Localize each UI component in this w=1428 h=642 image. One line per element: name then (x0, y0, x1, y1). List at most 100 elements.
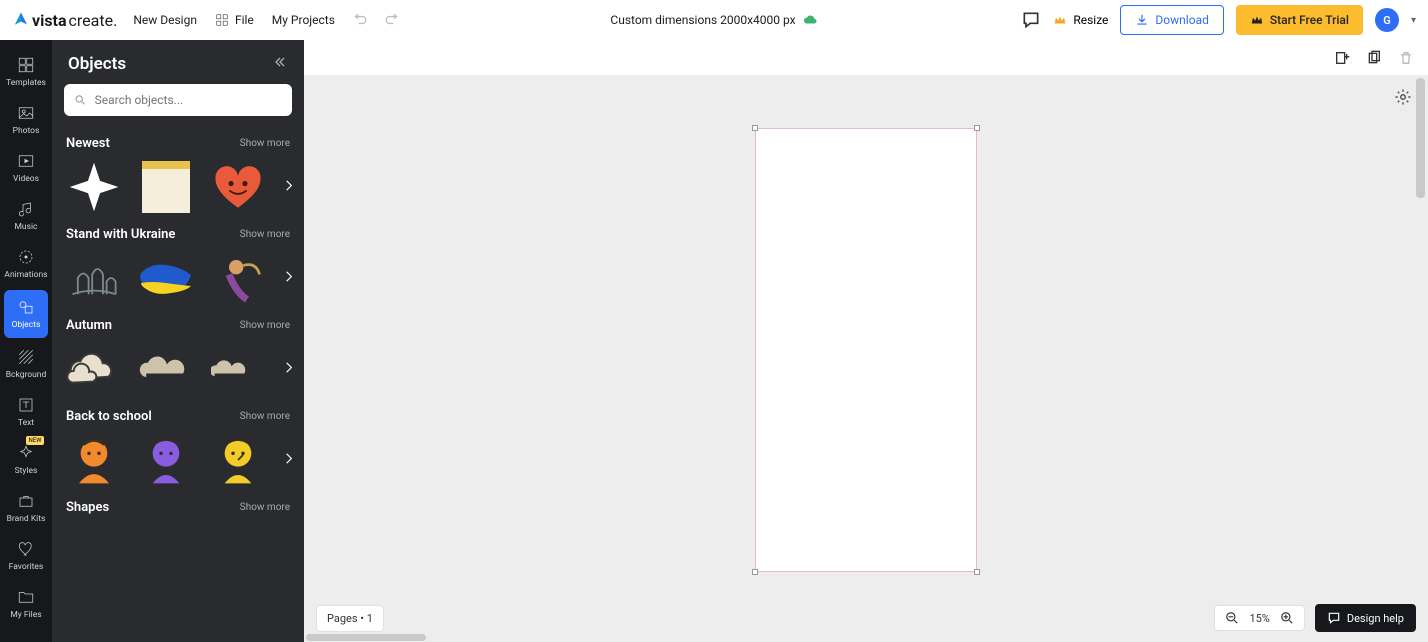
category-shapes-head: Shapes Show more (64, 490, 292, 521)
category-autumn-showmore[interactable]: Show more (240, 320, 290, 331)
panel-scroll[interactable]: Newest Show more Stand with Ukraine Show… (52, 126, 304, 642)
rail-text[interactable]: Text (0, 388, 52, 436)
rail-music[interactable]: Music (0, 192, 52, 240)
templates-icon (17, 56, 35, 74)
category-school-title: Back to school (66, 409, 152, 424)
canvas-bottom-bar: Pages • 1 15% Design help (304, 602, 1428, 642)
category-autumn-row (64, 339, 292, 399)
object-monument[interactable] (64, 248, 124, 308)
selection-handle-bl[interactable] (752, 569, 758, 575)
kid-purple-icon (141, 432, 191, 488)
download-button[interactable]: Download (1120, 5, 1223, 35)
heart-face-icon (212, 161, 264, 213)
canvas-page[interactable] (755, 128, 977, 572)
rail-favorites[interactable]: Favorites (0, 532, 52, 580)
undo-button[interactable] (353, 13, 367, 27)
brand-text-prefix: vista (32, 11, 67, 30)
object-kid-orange[interactable] (64, 430, 124, 490)
design-help-button[interactable]: Design help (1315, 604, 1416, 632)
object-cossack[interactable] (208, 248, 268, 308)
canvas-main[interactable]: Pages • 1 15% Design help (304, 76, 1428, 642)
zoom-value[interactable]: 15% (1249, 612, 1269, 625)
cloud-low-icon (211, 357, 265, 381)
category-school-row (64, 430, 292, 490)
undo-icon (353, 13, 367, 27)
rail-brand-kits[interactable]: Brand Kits (0, 484, 52, 532)
redo-button[interactable] (385, 13, 399, 27)
scrollbar-handle[interactable] (1416, 78, 1425, 198)
rail-styles[interactable]: NEW Styles (0, 436, 52, 484)
user-avatar[interactable]: G (1375, 8, 1399, 32)
category-autumn-head: Autumn Show more (64, 308, 292, 339)
autumn-next-button[interactable] (282, 360, 296, 379)
menu-new-design[interactable]: New Design (133, 13, 197, 27)
object-heart-face[interactable] (208, 157, 268, 217)
selection-handle-br[interactable] (974, 569, 980, 575)
rail-objects[interactable]: Objects (4, 290, 48, 338)
ukraine-map-icon (136, 258, 196, 298)
zoom-out-button[interactable] (1225, 611, 1239, 625)
horizontal-scrollbar[interactable] (304, 634, 1428, 642)
ukraine-next-button[interactable] (282, 269, 296, 288)
chevron-right-icon (282, 270, 296, 284)
school-next-button[interactable] (282, 451, 296, 470)
selection-handle-tr[interactable] (974, 125, 980, 131)
object-sticky-note[interactable] (136, 157, 196, 217)
background-icon (17, 348, 35, 366)
object-ukraine-map[interactable] (136, 248, 196, 308)
rail-text-label: Text (18, 418, 34, 428)
header-center: Custom dimensions 2000x4000 px (610, 13, 817, 27)
start-trial-button[interactable]: Start Free Trial (1236, 5, 1363, 35)
download-icon (1135, 13, 1149, 27)
search-input[interactable] (95, 93, 282, 107)
chat-icon (1021, 10, 1041, 30)
rail-animations[interactable]: Animations (0, 240, 52, 288)
search-wrap (52, 84, 304, 126)
selection-handle-tl[interactable] (752, 125, 758, 131)
newest-next-button[interactable] (282, 178, 296, 197)
object-cloud1[interactable] (64, 339, 124, 399)
rail-my-files[interactable]: My Files (0, 580, 52, 628)
object-cloud3[interactable] (208, 339, 268, 399)
cloud-flat-icon (139, 354, 193, 384)
menu-file[interactable]: File (215, 13, 254, 27)
object-cloud2[interactable] (136, 339, 196, 399)
search-field[interactable] (64, 84, 292, 116)
h-scrollbar-handle[interactable] (306, 634, 426, 641)
vertical-scrollbar[interactable] (1416, 76, 1426, 642)
rail-favorites-label: Favorites (9, 562, 44, 572)
duplicate-page-icon[interactable] (1366, 50, 1382, 66)
rail-photos[interactable]: Photos (0, 96, 52, 144)
category-ukraine-showmore[interactable]: Show more (240, 229, 290, 240)
delete-page-icon[interactable] (1398, 50, 1414, 66)
sparkle-icon (17, 444, 35, 462)
category-school-head: Back to school Show more (64, 399, 292, 430)
document-title[interactable]: Custom dimensions 2000x4000 px (610, 13, 795, 27)
panel-collapse-button[interactable] (272, 54, 288, 74)
comments-button[interactable] (1021, 10, 1041, 30)
trial-label: Start Free Trial (1270, 13, 1349, 27)
folder-icon (17, 588, 35, 606)
category-school-showmore[interactable]: Show more (240, 411, 290, 422)
category-newest-showmore[interactable]: Show more (240, 138, 290, 149)
zoom-control: 15% (1214, 605, 1304, 631)
category-ukraine-title: Stand with Ukraine (66, 227, 175, 242)
canvas-settings-button[interactable] (1394, 88, 1412, 106)
brand-text-suffix: create. (69, 11, 118, 30)
category-shapes-showmore[interactable]: Show more (240, 502, 290, 513)
object-star[interactable] (64, 157, 124, 217)
category-shapes-title: Shapes (66, 500, 109, 515)
user-menu-caret[interactable]: ▾ (1411, 15, 1416, 26)
rail-templates[interactable]: Templates (0, 48, 52, 96)
zoom-in-button[interactable] (1280, 611, 1294, 625)
add-page-icon[interactable] (1334, 50, 1350, 66)
pages-button[interactable]: Pages • 1 (316, 605, 384, 632)
resize-button[interactable]: Resize (1053, 13, 1108, 27)
animations-icon (17, 248, 35, 266)
object-kid-purple[interactable] (136, 430, 196, 490)
rail-background[interactable]: Bckground (0, 340, 52, 388)
object-kid-yellow[interactable] (208, 430, 268, 490)
rail-videos[interactable]: Videos (0, 144, 52, 192)
menu-my-projects[interactable]: My Projects (272, 13, 335, 27)
brand-logo[interactable]: vistacreate. (12, 11, 117, 30)
